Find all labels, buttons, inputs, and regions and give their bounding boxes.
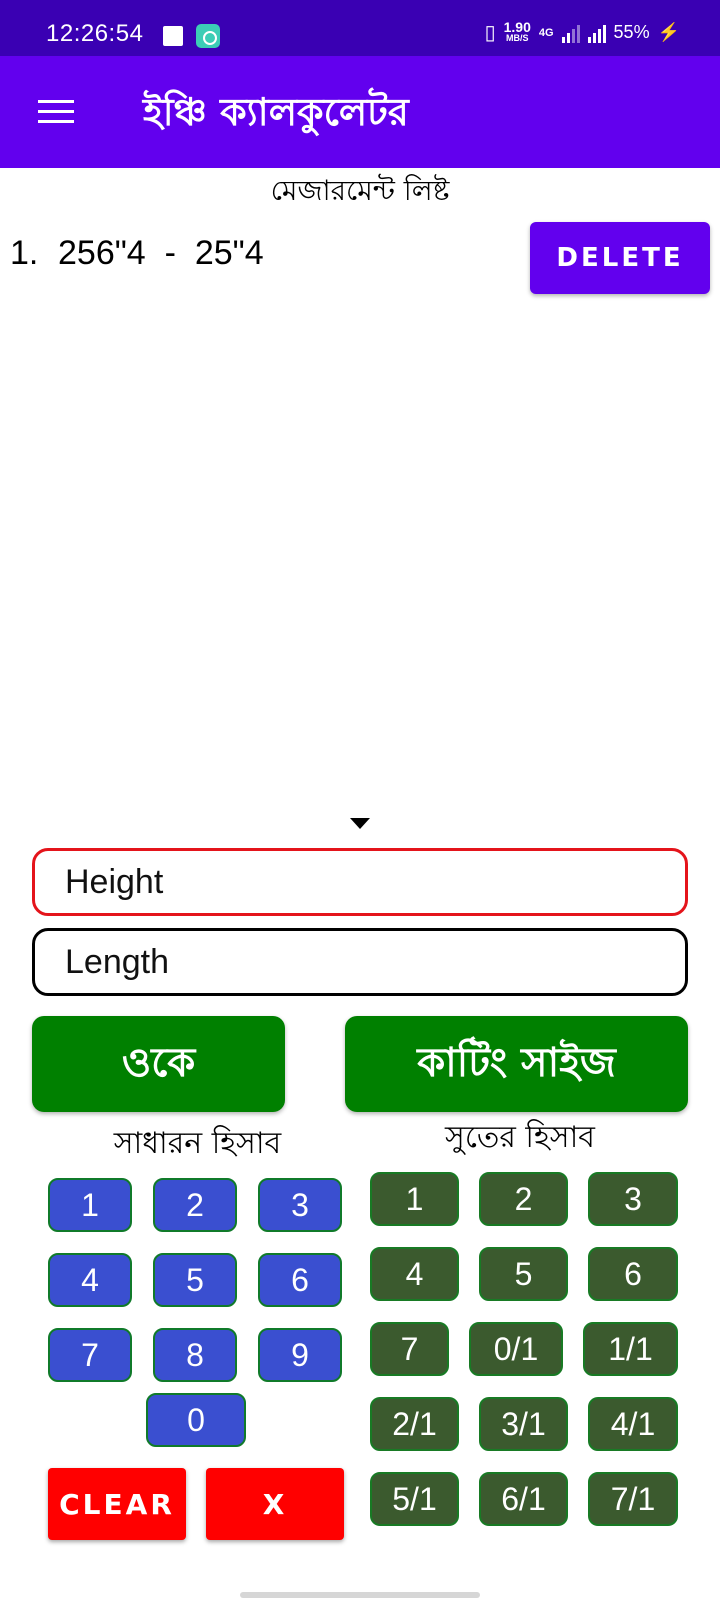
general-key-9[interactable]: 9 [258,1328,342,1382]
general-key-6[interactable]: 6 [258,1253,342,1307]
vibrate-icon: ▯ [484,22,496,44]
status-time: 12:26:54 [46,20,144,47]
backspace-x-button[interactable]: X [206,1468,344,1540]
battery-charging-icon: ⚡ [657,22,680,42]
sut-key-7[interactable]: 7 [370,1322,449,1376]
general-key-8[interactable]: 8 [153,1328,237,1382]
delete-button[interactable]: DELETE [530,222,710,294]
app-title: ইঞ্চি ক্যালকুলেটর [143,90,409,134]
sut-key-3-1[interactable]: 3/1 [479,1397,568,1451]
list-item: 1. 256"4 - 25"4 DELETE [10,222,710,296]
sut-key-0-1[interactable]: 0/1 [469,1322,563,1376]
list-item-value: 256"4 - 25"4 [58,234,264,272]
general-key-5[interactable]: 5 [153,1253,237,1307]
network-speed: 1.90 MB/S [503,18,531,44]
app-bar: ইঞ্চি ক্যালকুলেটর [0,56,720,168]
list-item-index: 1. [10,234,39,272]
sut-key-4[interactable]: 4 [370,1247,459,1301]
signal-icon [587,23,606,43]
sut-calc-label: সুতের হিসাব [445,1120,595,1155]
sut-key-6[interactable]: 6 [588,1247,678,1301]
sut-key-6-1[interactable]: 6/1 [479,1472,568,1526]
network-speed-value: 1.90 [503,18,531,35]
sut-key-5-1[interactable]: 5/1 [370,1472,459,1526]
status-bar: 12:26:54 ▯ 1.90 MB/S 4G 55% ⚡ [0,0,720,56]
general-key-0[interactable]: 0 [146,1393,246,1447]
sut-key-4-1[interactable]: 4/1 [588,1397,678,1451]
cutting-size-button[interactable]: কাটিং সাইজ [345,1016,688,1112]
network-type: 4G [538,26,554,39]
general-key-1[interactable]: 1 [48,1178,132,1232]
home-indicator[interactable] [240,1592,480,1598]
notification-square-icon [163,26,183,46]
general-key-3[interactable]: 3 [258,1178,342,1232]
sut-key-5[interactable]: 5 [479,1247,568,1301]
clear-button[interactable]: CLEAR [48,1468,186,1540]
sut-key-3[interactable]: 3 [588,1172,678,1226]
network-speed-unit: MB/S [505,32,529,43]
measurement-list-heading: মেজারমেন্ট লিষ্ট [270,174,450,207]
height-input[interactable]: Height [32,848,688,916]
general-key-7[interactable]: 7 [48,1328,132,1382]
general-key-4[interactable]: 4 [48,1253,132,1307]
dropdown-arrow-icon[interactable] [350,818,370,829]
sut-key-2[interactable]: 2 [479,1172,568,1226]
ok-button[interactable]: ওকে [32,1016,285,1112]
general-calc-label: সাধারন হিসাব [113,1126,282,1161]
app-notification-icon [196,24,220,48]
sut-key-7-1[interactable]: 7/1 [588,1472,678,1526]
status-indicators: ▯ 1.90 MB/S 4G 55% ⚡ [485,20,680,45]
sut-key-1[interactable]: 1 [370,1172,459,1226]
sut-key-2-1[interactable]: 2/1 [370,1397,459,1451]
general-key-2[interactable]: 2 [153,1178,237,1232]
hamburger-menu-icon[interactable] [38,98,74,126]
sut-key-1-1[interactable]: 1/1 [583,1322,678,1376]
battery-level: 55% [613,22,650,42]
signal-icon [561,23,580,43]
length-input[interactable]: Length [32,928,688,996]
